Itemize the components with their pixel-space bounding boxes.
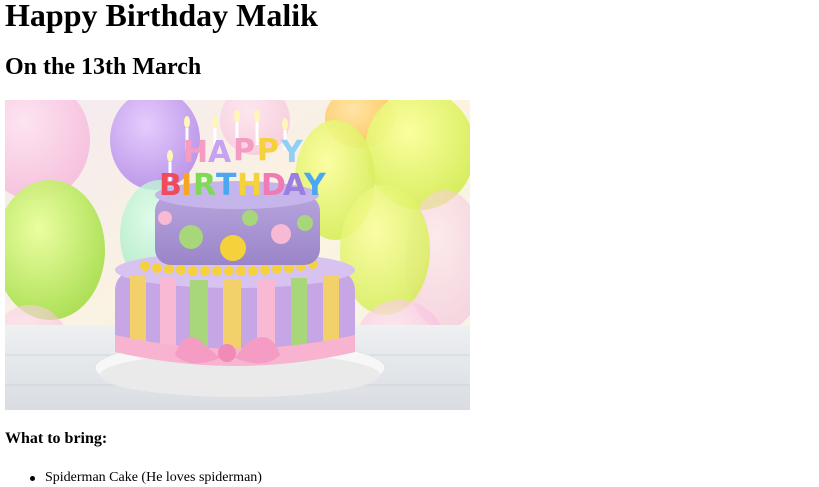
svg-text:A: A xyxy=(208,135,232,170)
svg-text:Y: Y xyxy=(303,168,327,203)
list-item-label: Spiderman Cake (He loves spiderman) xyxy=(45,470,262,485)
svg-text:H: H xyxy=(237,168,262,203)
svg-text:H: H xyxy=(183,135,208,170)
what-to-bring-heading: What to bring: xyxy=(5,430,108,447)
birthday-cake-image: H A P P Y B I R T H D A Y xyxy=(5,100,470,410)
list-item: Spiderman Cake (He loves spiderman) xyxy=(30,469,262,487)
bring-list: Spiderman Cake (He loves spiderman) xyxy=(0,469,262,487)
party-date: On the 13th March xyxy=(5,54,202,80)
svg-text:B: B xyxy=(159,168,182,203)
svg-text:T: T xyxy=(216,168,237,203)
svg-text:P: P xyxy=(233,133,255,168)
svg-text:I: I xyxy=(181,168,192,203)
bullet-icon xyxy=(30,476,35,481)
page-title: Happy Birthday Malik xyxy=(5,0,318,33)
svg-text:R: R xyxy=(193,168,216,203)
svg-text:Y: Y xyxy=(280,135,304,170)
svg-text:P: P xyxy=(257,133,279,168)
